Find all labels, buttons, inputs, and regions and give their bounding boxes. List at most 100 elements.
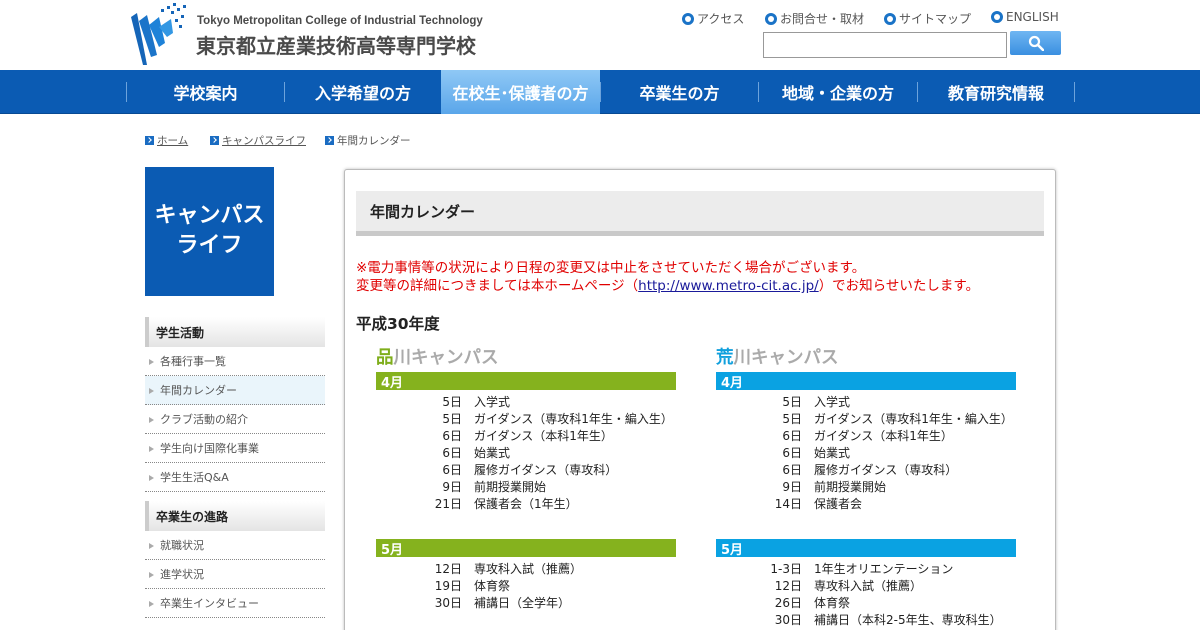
month-header-april: 4月 — [376, 372, 676, 391]
month-header-april: 4月 — [716, 372, 1016, 391]
breadcrumb-campus-life[interactable]: キャンパスライフ — [210, 133, 306, 148]
college-logo-icon[interactable] — [131, 3, 187, 65]
calendar-event-row: 5日 入学式 — [376, 394, 510, 411]
calendar-event-row: 5日 ガイダンス（専攻科1年生・編入生） — [376, 411, 673, 428]
calendar-event-row: 12日 専攻科入試（推薦） — [716, 578, 922, 595]
event-title: 1年生オリエンテーション — [814, 562, 954, 576]
event-title: 体育祭 — [474, 579, 511, 593]
util-link-access[interactable]: アクセス — [682, 10, 744, 27]
event-title: 履修ガイダンス（専攻科） — [474, 463, 618, 477]
site-header: Tokyo Metropolitan College of Industrial… — [0, 0, 1200, 70]
event-date: 6日 — [782, 429, 802, 443]
sidebar-item-more[interactable] — [145, 618, 325, 630]
sidebar-item-qa[interactable]: 学生生活Q&A — [145, 463, 325, 492]
event-title: 始業式 — [814, 446, 851, 460]
event-title: 専攻科入試（推薦） — [814, 579, 923, 593]
calendar-event-row: 5日 ガイダンス（専攻科1年生・編入生） — [716, 411, 1013, 428]
chevron-right-icon — [325, 136, 334, 145]
nav-applicants[interactable]: 入学希望の方 — [285, 70, 441, 114]
event-date: 30日 — [774, 613, 802, 627]
nav-school-info[interactable]: 学校案内 — [127, 70, 284, 114]
event-date: 5日 — [782, 395, 802, 409]
notice-line-1: ※電力事情等の状況により日程の変更又は中止をさせていただく場合がございます。 — [356, 260, 866, 276]
event-date: 6日 — [442, 446, 462, 460]
breadcrumb-home[interactable]: ホーム — [145, 133, 188, 148]
event-title: 保護者会 — [814, 497, 863, 511]
calendar-event-row: 6日 始業式 — [376, 445, 510, 462]
sidebar-item-clubs[interactable]: クラブ活動の紹介 — [145, 405, 325, 434]
event-title: 入学式 — [814, 395, 851, 409]
calendar-event-row: 5日 入学式 — [716, 394, 850, 411]
calendar-event-row: 30日 補講日（本科2-5年生、専攻科生） — [716, 612, 1002, 629]
event-title: 履修ガイダンス（専攻科） — [814, 463, 958, 477]
campus-title-arakawa: 荒川キャンパス — [716, 348, 839, 368]
event-date: 9日 — [442, 480, 462, 494]
global-nav: 学校案内 入学希望の方 在校生･保護者の方 卒業生の方 地域・企業の方 教育研究… — [0, 70, 1200, 114]
search-button[interactable] — [1010, 31, 1061, 55]
sidebar-section-banner[interactable]: キャンパス ライフ — [145, 167, 274, 296]
event-date: 19日 — [434, 579, 462, 593]
event-title: 始業式 — [474, 446, 511, 460]
search-icon — [1028, 35, 1044, 51]
event-date: 6日 — [442, 463, 462, 477]
event-title: 前期授業開始 — [814, 480, 887, 494]
official-site-link[interactable]: http://www.metro-cit.ac.jp/ — [638, 278, 819, 294]
sidebar-item-events[interactable]: 各種行事一覧 — [145, 347, 325, 376]
event-date: 21日 — [434, 497, 462, 511]
search-input[interactable] — [763, 32, 1007, 58]
event-title: ガイダンス（専攻科1年生・編入生） — [814, 412, 1013, 426]
event-title: 入学式 — [474, 395, 511, 409]
nav-students-parents[interactable]: 在校生･保護者の方 — [441, 70, 600, 114]
sidebar-group-career[interactable]: 卒業生の進路 — [145, 501, 325, 531]
util-link-contact[interactable]: お問合せ・取材 — [765, 10, 864, 27]
campus-title-shinagawa: 品川キャンパス — [376, 348, 499, 368]
event-date: 6日 — [442, 429, 462, 443]
util-link-english[interactable]: ENGLISH — [991, 10, 1059, 24]
nav-divider — [1074, 82, 1075, 102]
event-date: 6日 — [782, 463, 802, 477]
nav-research-info[interactable]: 教育研究情報 — [918, 70, 1074, 114]
fiscal-year-heading: 平成30年度 — [356, 315, 440, 333]
calendar-event-row: 1-3日 1年生オリエンテーション — [716, 561, 953, 578]
sidebar-item-interviews[interactable]: 卒業生インタビュー — [145, 589, 325, 618]
event-date: 12日 — [774, 579, 802, 593]
event-date: 5日 — [442, 412, 462, 426]
event-title: 専攻科入試（推薦） — [474, 562, 583, 576]
calendar-event-row: 12日 専攻科入試（推薦） — [376, 561, 582, 578]
breadcrumb-current: 年間カレンダー — [325, 133, 411, 148]
sidebar-group-student-activities[interactable]: 学生活動 — [145, 317, 325, 347]
calendar-event-row: 26日 体育祭 — [716, 595, 850, 612]
event-date: 30日 — [434, 596, 462, 610]
calendar-event-row: 6日 始業式 — [716, 445, 850, 462]
calendar-event-row: 6日 ガイダンス（本科1年生） — [376, 428, 613, 445]
event-title: 補講日（全学年） — [474, 596, 571, 610]
calendar-event-row: 30日 補講日（全学年） — [376, 595, 570, 612]
calendar-event-row: 9日 前期授業開始 — [716, 479, 886, 496]
calendar-event-row: 14日 保護者会 — [716, 496, 862, 513]
calendar-event-row: 6日 ガイダンス（本科1年生） — [716, 428, 953, 445]
sidebar-item-employment[interactable]: 就職状況 — [145, 531, 325, 560]
calendar-event-row: 6日 履修ガイダンス（専攻科） — [716, 462, 957, 479]
event-date: 5日 — [442, 395, 462, 409]
nav-alumni[interactable]: 卒業生の方 — [601, 70, 758, 114]
calendar-event-row: 19日 体育祭 — [376, 578, 510, 595]
calendar-event-row: 21日 保護者会（1年生） — [376, 496, 578, 513]
calendar-event-row: 9日 前期授業開始 — [376, 479, 546, 496]
util-link-sitemap[interactable]: サイトマップ — [884, 10, 971, 27]
page-title: 年間カレンダー — [356, 191, 1044, 236]
event-date: 5日 — [782, 412, 802, 426]
chevron-right-icon — [145, 136, 154, 145]
month-header-may: 5月 — [716, 539, 1016, 558]
event-title: ガイダンス（本科1年生） — [814, 429, 953, 443]
sidebar-item-calendar[interactable]: 年間カレンダー — [145, 376, 325, 405]
event-title: 体育祭 — [814, 596, 851, 610]
nav-community-business[interactable]: 地域・企業の方 — [759, 70, 917, 114]
logo-english-name[interactable]: Tokyo Metropolitan College of Industrial… — [197, 15, 483, 27]
event-title: ガイダンス（本科1年生） — [474, 429, 613, 443]
event-date: 1-3日 — [770, 562, 802, 576]
logo-japanese-name[interactable]: 東京都立産業技術高等専門学校 — [196, 30, 476, 59]
sidebar-item-international[interactable]: 学生向け国際化事業 — [145, 434, 325, 463]
sidebar-item-further-study[interactable]: 進学状況 — [145, 560, 325, 589]
event-date: 9日 — [782, 480, 802, 494]
gear-icon — [682, 12, 694, 25]
